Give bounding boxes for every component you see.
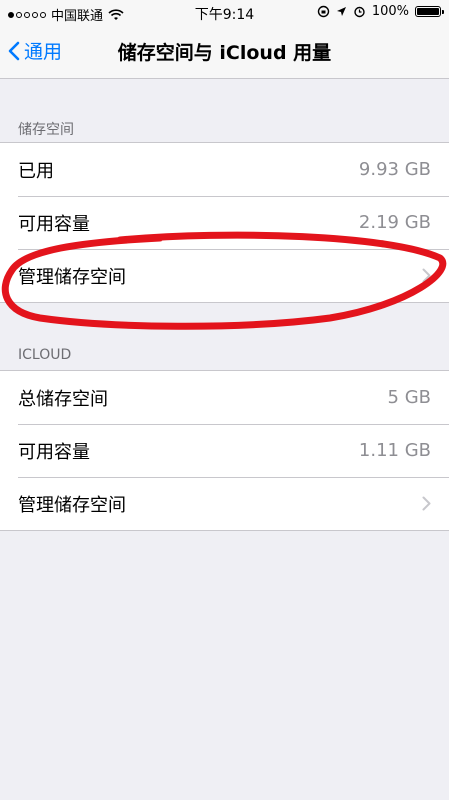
row-value: 1.11 GB — [358, 440, 431, 461]
row-total-storage: 总储存空间 5 GB — [0, 371, 449, 424]
chevron-right-icon — [422, 496, 431, 511]
row-available: 可用容量 2.19 GB — [0, 196, 449, 249]
status-bar: 中国联通 下午9:14 100% — [0, 0, 449, 26]
alarm-icon — [354, 6, 365, 18]
row-used: 已用 9.93 GB — [0, 143, 449, 196]
row-label: 可用容量 — [18, 213, 90, 235]
status-right: 100% — [317, 4, 444, 19]
battery-icon — [415, 6, 444, 17]
row-value: 2.19 GB — [358, 212, 431, 233]
storage-group: 已用 9.93 GB 可用容量 2.19 GB 管理储存空间 — [0, 142, 449, 303]
row-label: 管理储存空间 — [18, 494, 126, 516]
battery-percentage: 100% — [371, 4, 409, 19]
icloud-group: 总储存空间 5 GB 可用容量 1.11 GB 管理储存空间 — [0, 370, 449, 531]
orientation-lock-icon — [317, 5, 330, 18]
row-value: 5 GB — [387, 387, 431, 408]
location-icon — [336, 7, 346, 16]
row-icloud-manage-storage[interactable]: 管理储存空间 — [0, 477, 449, 530]
row-label: 管理储存空间 — [18, 266, 126, 288]
page-title: 储存空间与 iCloud 用量 — [117, 42, 332, 64]
row-manage-storage[interactable]: 管理储存空间 — [0, 249, 449, 302]
row-label: 已用 — [18, 160, 54, 182]
row-value: 9.93 GB — [358, 159, 431, 180]
section-header-icloud: ICLOUD — [18, 347, 72, 363]
chevron-right-icon — [422, 268, 431, 283]
row-label: 总储存空间 — [18, 388, 108, 410]
section-header-storage: 储存空间 — [18, 122, 74, 138]
navigation-bar: 通用 储存空间与 iCloud 用量 — [0, 26, 449, 79]
row-label: 可用容量 — [18, 441, 90, 463]
row-icloud-available: 可用容量 1.11 GB — [0, 424, 449, 477]
